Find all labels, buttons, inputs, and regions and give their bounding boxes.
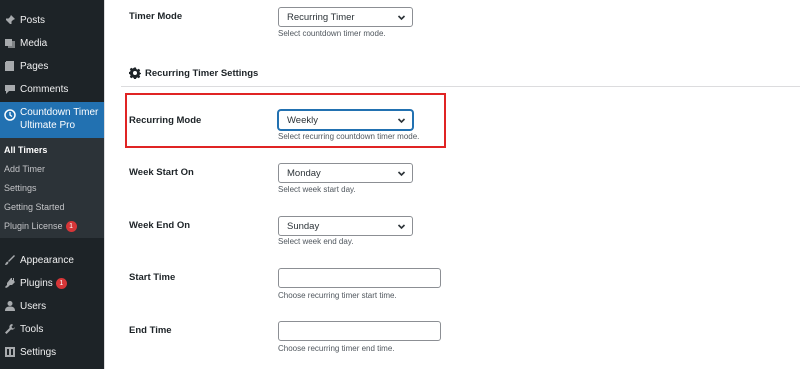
submenu-settings[interactable]: Settings [4,183,37,193]
paintbrush-icon [4,254,16,266]
timer-mode-value: Recurring Timer [287,11,355,23]
plug-icon [4,277,16,289]
menu-item-comments[interactable]: Comments [0,78,104,100]
menu-label-appearance: Appearance [20,254,74,266]
menu-label-plugins: Plugins [20,277,53,289]
timer-mode-label: Timer Mode [129,11,183,22]
plugins-update-badge: 1 [55,277,67,289]
start-time-input[interactable] [278,268,441,288]
menu-label-posts: Posts [20,14,46,26]
menu-label-comments: Comments [20,83,69,95]
week-start-value: Monday [287,167,321,179]
chevron-down-icon [397,222,406,231]
menu-label-users: Users [20,300,47,312]
menu-item-pages[interactable]: Pages [0,55,104,77]
recurring-mode-description: Select recurring countdown timer mode. [278,132,420,141]
submenu-plugin-license-label: Plugin License [4,221,63,231]
chevron-down-icon [397,169,406,178]
menu-label-countdown-timer: Countdown Timer [20,107,99,118]
timer-mode-select[interactable]: Recurring Timer [278,7,413,27]
week-end-description: Select week end day. [278,237,354,246]
recurring-mode-value: Weekly [287,114,318,126]
settings-icon [4,346,16,358]
menu-item-media[interactable]: Media [0,32,104,54]
submenu-add-timer[interactable]: Add Timer [4,164,45,174]
submenu-getting-started[interactable]: Getting Started [4,202,65,212]
start-time-label: Start Time [129,272,176,283]
section-divider [121,86,800,87]
wrench-icon [4,323,16,335]
recurring-mode-label: Recurring Mode [129,115,202,126]
menu-label-settings: Settings [20,346,57,358]
media-icon [4,37,16,49]
countdown-submenu: All Timers Add Timer Settings Getting St… [0,138,104,238]
submenu-all-timers[interactable]: All Timers [4,145,47,155]
recurring-mode-select[interactable]: Weekly [278,110,413,130]
chevron-down-icon [397,116,406,125]
menu-label-pages: Pages [20,60,49,72]
timer-mode-description: Select countdown timer mode. [278,29,386,38]
start-time-description: Choose recurring timer start time. [278,291,397,300]
week-end-select[interactable]: Sunday [278,216,413,236]
week-start-description: Select week start day. [278,185,356,194]
admin-sidebar: Posts Media Pages Comments Countdown Tim… [0,0,104,369]
menu-label-media: Media [20,37,48,49]
end-time-input[interactable] [278,321,441,341]
chevron-down-icon [397,13,406,22]
menu-item-appearance[interactable]: Appearance [0,249,104,271]
menu-label-countdown-timer-2: Ultimate Pro [20,120,76,131]
comment-icon [4,83,16,95]
week-end-value: Sunday [287,220,320,232]
menu-item-plugins[interactable]: Plugins 1 [0,272,104,294]
week-end-label: Week End On [129,220,191,231]
menu-item-settings[interactable]: Settings [0,341,104,363]
section-title-text: Recurring Timer Settings [145,67,259,79]
week-start-select[interactable]: Monday [278,163,413,183]
submenu-plugin-license[interactable]: Plugin License 1 [4,221,77,233]
menu-item-countdown-timer[interactable]: Countdown Timer Ultimate Pro [0,102,104,138]
week-start-label: Week Start On [129,167,194,178]
end-time-label: End Time [129,325,172,336]
update-count-badge: 1 [65,221,77,233]
pin-icon [4,14,16,26]
clock-icon [4,108,16,121]
menu-item-tools[interactable]: Tools [0,318,104,340]
settings-form: Timer Mode Recurring Timer Select countd… [104,0,800,369]
section-title: Recurring Timer Settings [129,67,258,79]
menu-item-posts[interactable]: Posts [0,9,104,31]
menu-label-tools: Tools [20,323,44,335]
end-time-description: Choose recurring timer end time. [278,344,395,353]
user-icon [4,300,16,312]
menu-item-users[interactable]: Users [0,295,104,317]
pages-icon [4,60,16,72]
gear-icon [129,67,141,79]
